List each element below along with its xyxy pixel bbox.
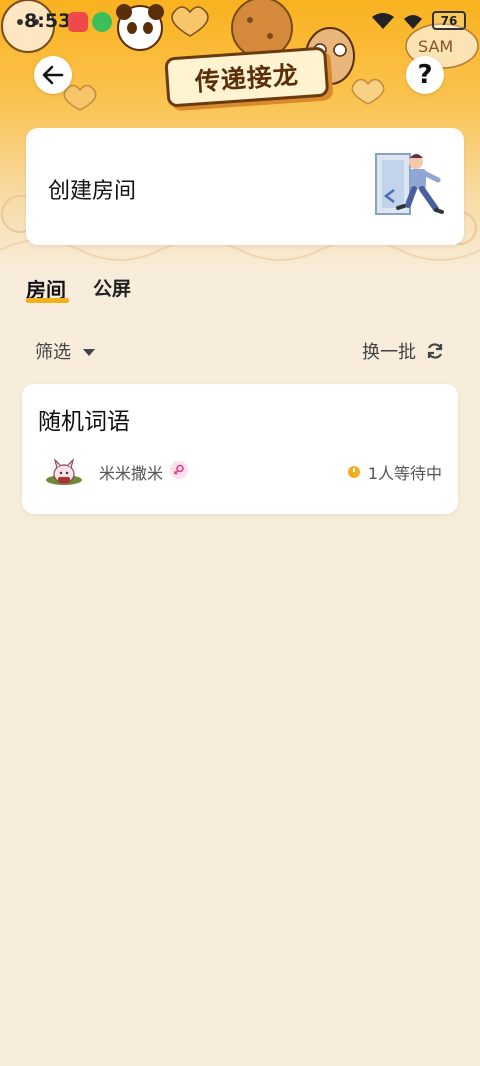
back-button[interactable] [34, 56, 72, 94]
battery-level: 76 [440, 13, 458, 28]
page-title: 传递接龙 [193, 60, 300, 97]
refresh-label: 换一批 [362, 342, 416, 363]
refresh-button[interactable]: 换一批 [362, 338, 444, 364]
caret-down-icon [83, 348, 95, 356]
filter-button[interactable]: 筛选 [35, 338, 95, 364]
room-owner-name: 米米撒米 [99, 464, 164, 483]
female-gender-icon [170, 461, 188, 479]
page-title-plate: 传递接龙 [164, 46, 330, 113]
enter-door-illustration-icon [375, 153, 444, 215]
avatar [46, 458, 82, 485]
room-status-text: 1人等待中 [367, 464, 442, 483]
notification-app-icon [92, 12, 112, 32]
tab-active-indicator [26, 298, 69, 303]
room-card[interactable]: 随机词语 米米撒米 1人等待中 [22, 384, 458, 514]
tab-public-screen[interactable]: 公屏 [93, 274, 131, 301]
room-title: 随机词语 [38, 409, 130, 435]
help-button[interactable]: ? [406, 56, 444, 94]
arrow-left-icon [42, 65, 64, 85]
page: SAM 8:53 76 传递接龙 ? 创建房间 房间 公屏 筛选 换一批 随机词… [0, 0, 480, 1066]
status-bar: 8:53 76 [0, 0, 480, 44]
help-icon: ? [417, 60, 433, 90]
status-icons: 76 [372, 11, 466, 30]
filter-label: 筛选 [35, 342, 71, 363]
clock-icon [347, 466, 360, 478]
signal-icon [372, 12, 394, 29]
notification-app-icon [68, 12, 88, 32]
status-time: 8:53 [24, 10, 72, 32]
battery-icon: 76 [432, 11, 466, 30]
wifi-icon [404, 14, 422, 29]
create-room-card[interactable]: 创建房间 [26, 128, 464, 245]
room-status: 1人等待中 [347, 460, 442, 484]
create-room-label: 创建房间 [48, 179, 137, 204]
refresh-icon [427, 343, 443, 359]
